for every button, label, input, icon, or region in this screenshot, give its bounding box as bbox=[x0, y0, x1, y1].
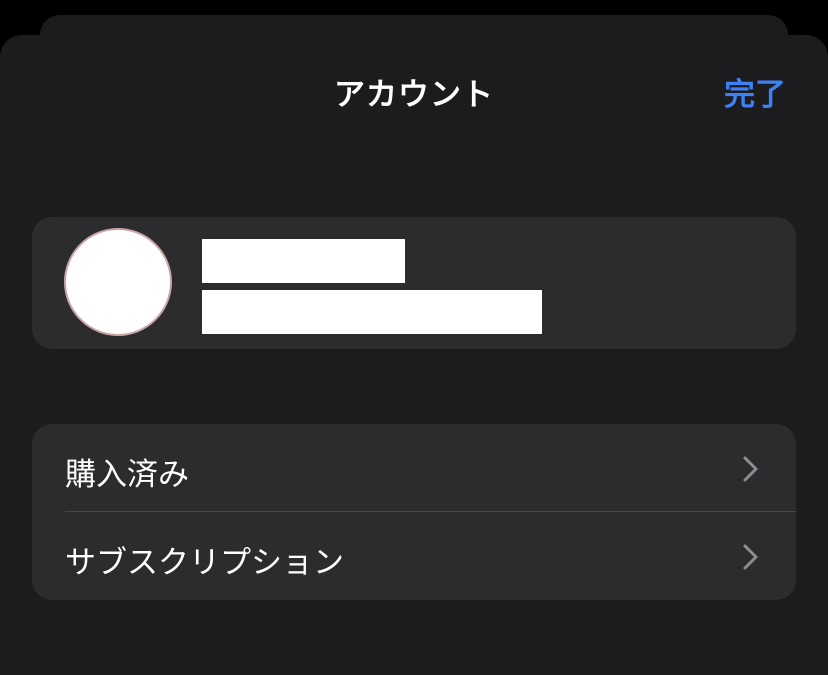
profile-card[interactable] bbox=[32, 217, 796, 349]
list-item-subscriptions[interactable]: サブスクリプション bbox=[32, 512, 796, 600]
menu-list: 購入済み サブスクリプション bbox=[32, 424, 796, 600]
list-item-purchased[interactable]: 購入済み bbox=[32, 424, 796, 512]
account-sheet: アカウント 完了 購入済み サブスクリプション bbox=[0, 35, 828, 675]
chevron-right-icon bbox=[743, 456, 758, 482]
page-title: アカウント bbox=[334, 77, 494, 113]
list-item-label: 購入済み bbox=[65, 457, 189, 493]
name-redacted bbox=[202, 239, 405, 283]
done-button[interactable]: 完了 bbox=[724, 69, 786, 114]
chevron-right-icon bbox=[743, 544, 758, 570]
email-redacted bbox=[202, 290, 542, 334]
avatar bbox=[64, 228, 172, 336]
list-item-label: サブスクリプション bbox=[65, 545, 344, 581]
